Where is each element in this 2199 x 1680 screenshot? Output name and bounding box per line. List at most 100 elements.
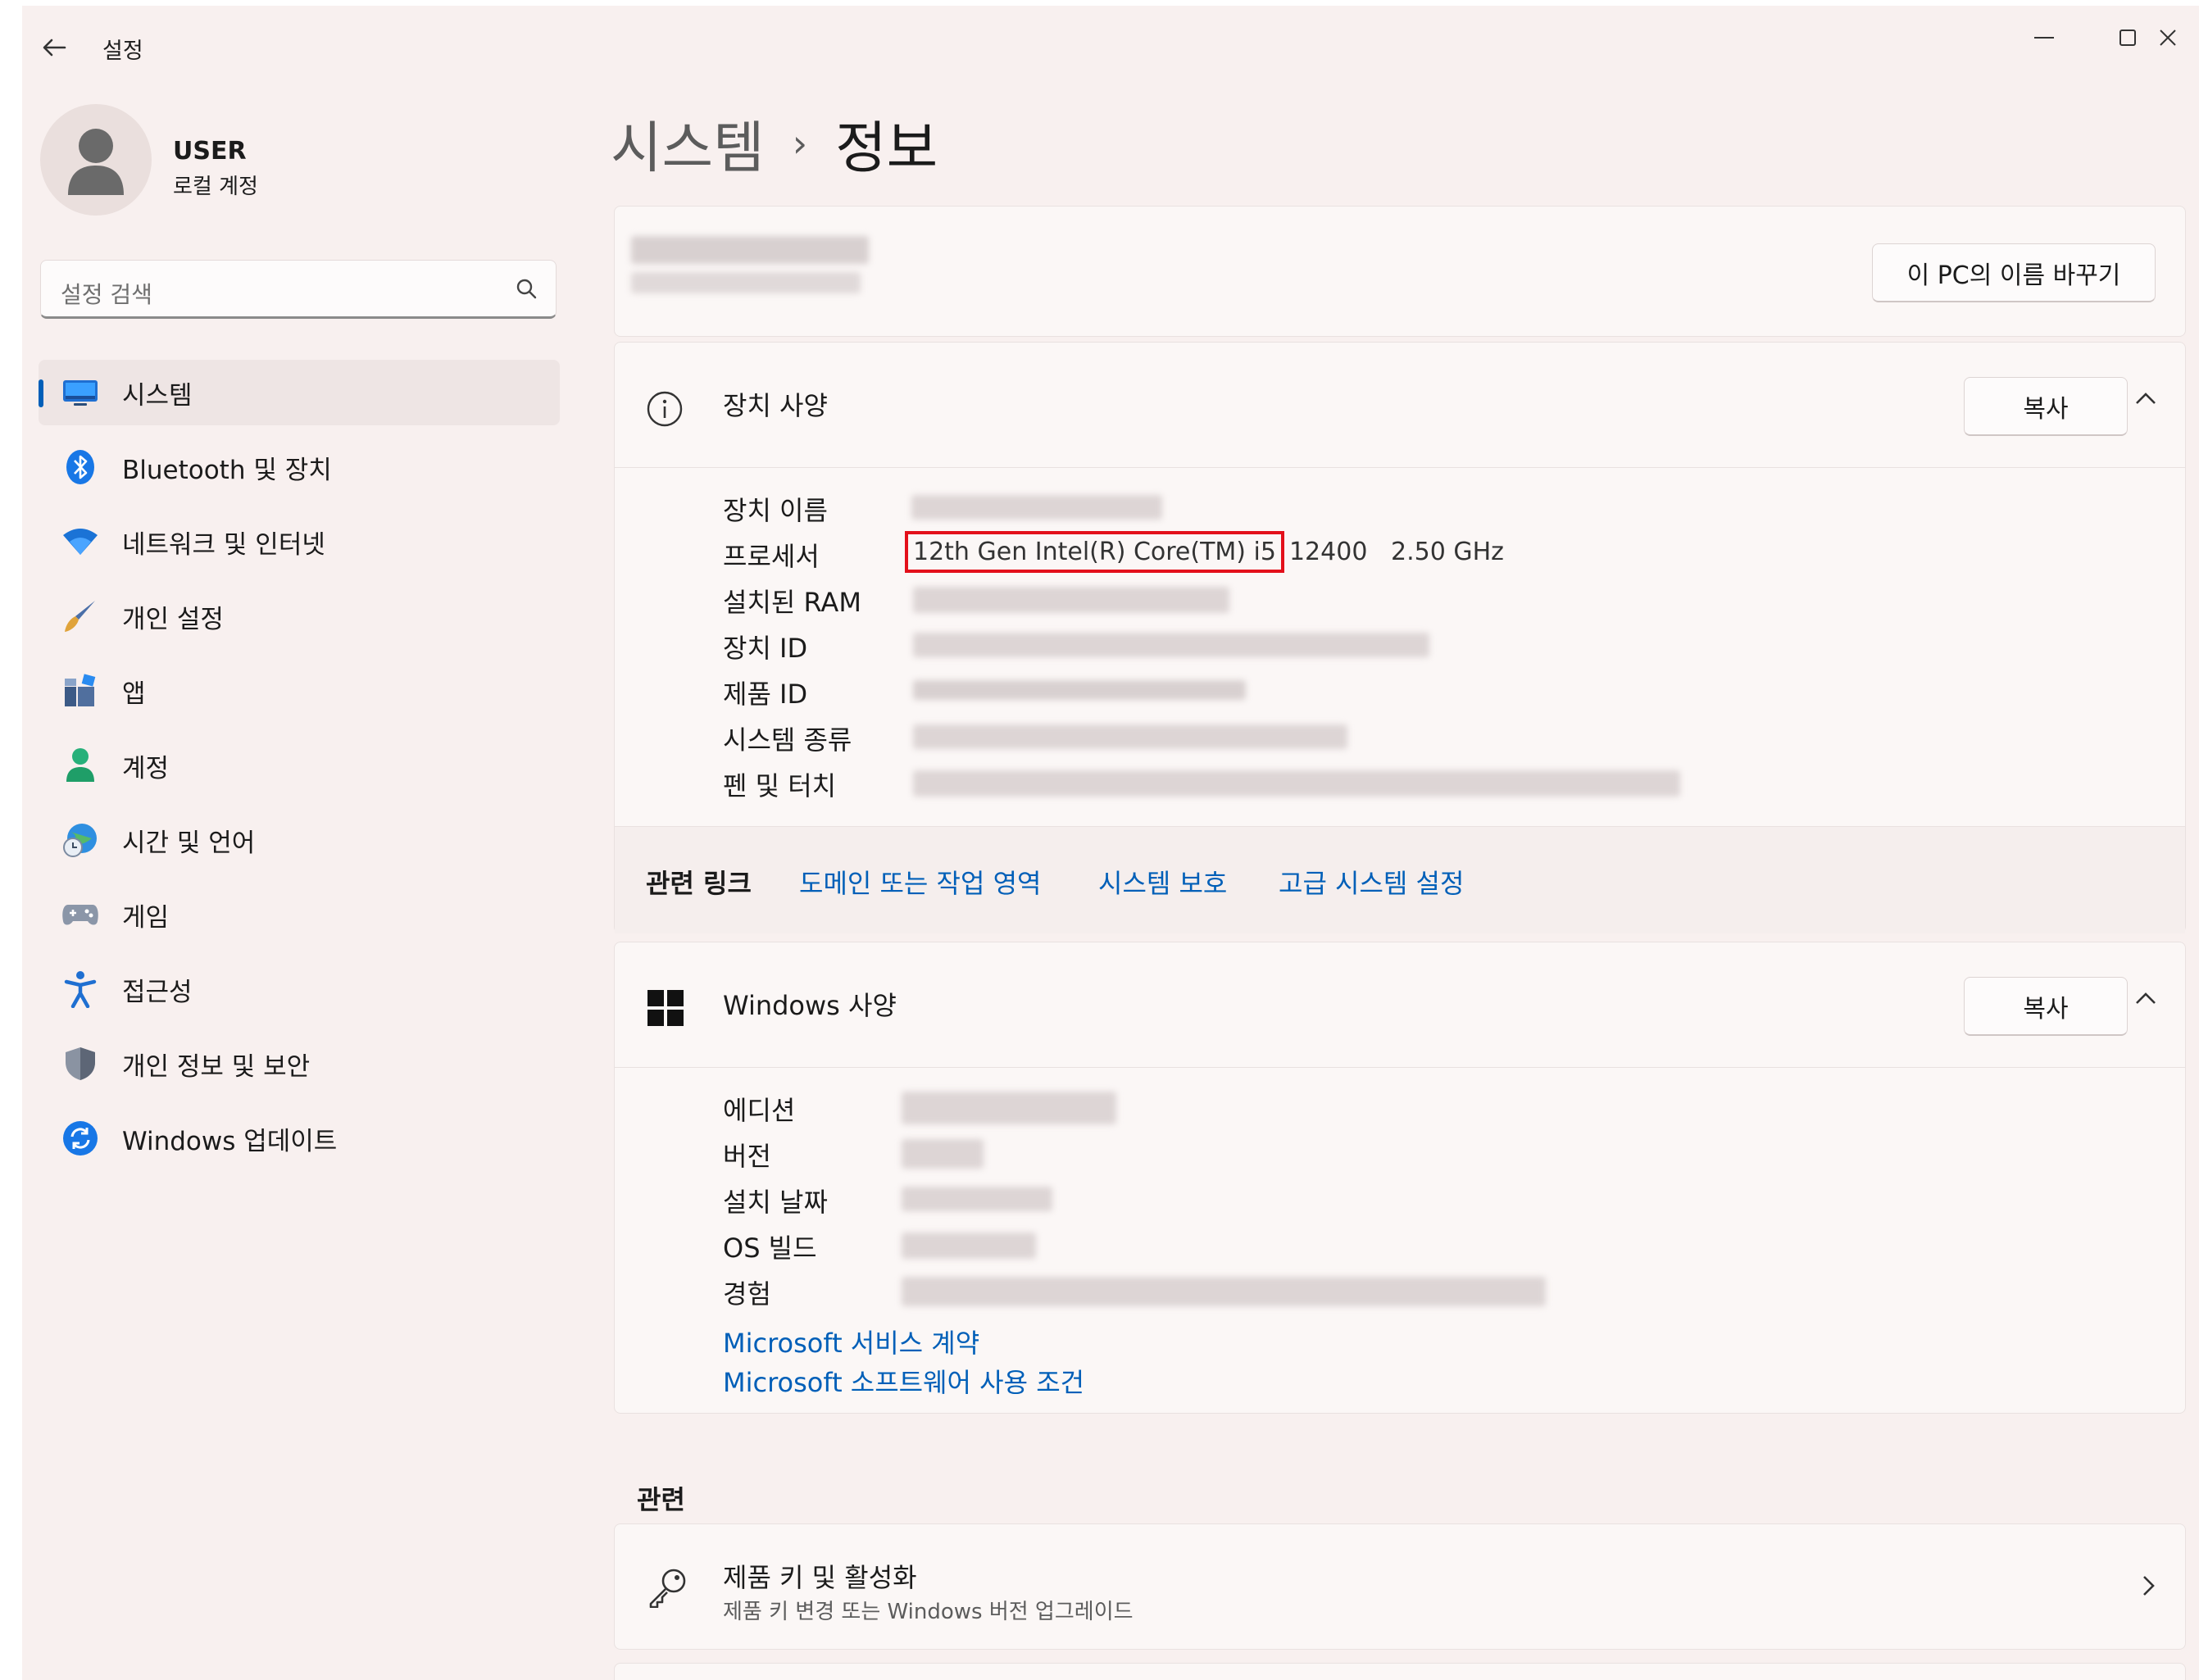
device-specs-title: 장치 사양	[723, 390, 828, 421]
wifi-icon	[61, 523, 99, 561]
product-key-title: 제품 키 및 활성화	[723, 1562, 917, 1593]
sidebar-item-accounts[interactable]: 계정	[39, 733, 560, 798]
spec-label: 프로세서	[723, 541, 820, 572]
search-input[interactable]: 설정 검색	[61, 277, 152, 310]
avatar[interactable]	[40, 104, 152, 216]
chevron-up-icon[interactable]	[2134, 990, 2157, 1006]
apps-icon	[61, 672, 99, 710]
windows-specs-header[interactable]: Windows 사양 복사	[615, 942, 2185, 1067]
spec-label: OS 빌드	[723, 1233, 817, 1264]
brush-icon	[61, 597, 99, 635]
pc-name-redacted	[631, 236, 869, 264]
person-icon	[68, 129, 124, 195]
sidebar-item-label: 게임	[122, 902, 170, 933]
accessibility-icon	[61, 970, 99, 1008]
arrow-left-icon	[43, 39, 66, 57]
chevron-up-icon[interactable]	[2134, 390, 2157, 406]
link-system-protection[interactable]: 시스템 보호	[1098, 863, 1227, 901]
sidebar-item-label: 시스템	[122, 380, 193, 411]
sidebar-item-gaming[interactable]: 게임	[39, 882, 560, 947]
active-indicator	[39, 379, 43, 407]
breadcrumb-separator: ›	[792, 120, 808, 166]
maximize-icon	[2119, 30, 2136, 46]
breadcrumb-parent[interactable]: 시스템	[611, 102, 765, 184]
app-title: 설정	[102, 39, 143, 64]
related-links-title: 관련 링크	[646, 868, 752, 899]
link-advanced-system-settings[interactable]: 고급 시스템 설정	[1279, 863, 1464, 901]
spec-value-redacted	[902, 1139, 984, 1169]
divider	[615, 1067, 2185, 1068]
product-key-subtitle: 제품 키 변경 또는 Windows 버전 업그레이드	[723, 1600, 1134, 1624]
settings-window: 설정 USER 로컬 계정 설정 검색 시스템 Bluetooth 및 장치 네…	[22, 6, 2199, 1680]
update-icon	[61, 1119, 99, 1157]
spec-label: 제품 ID	[723, 679, 808, 710]
sidebar-item-label: 개인 정보 및 보안	[122, 1051, 311, 1082]
product-key-card[interactable]: 제품 키 및 활성화 제품 키 변경 또는 Windows 버전 업그레이드	[614, 1523, 2186, 1650]
sidebar-item-windows-update[interactable]: Windows 업데이트	[39, 1106, 560, 1171]
spec-value-redacted	[913, 724, 1347, 749]
breadcrumb-current: 정보	[835, 116, 938, 181]
windows-logo-icon	[647, 990, 684, 1026]
processor-speed: 12400 2.50 GHz	[1288, 538, 1504, 566]
link-domain-workgroup[interactable]: 도메인 또는 작업 영역	[799, 863, 1041, 901]
user-name: USER	[173, 137, 247, 166]
sidebar-item-privacy[interactable]: 개인 정보 및 보안	[39, 1031, 560, 1097]
spec-label: 설치된 RAM	[723, 587, 861, 618]
related-links-bar: 관련 링크 도메인 또는 작업 영역 시스템 보호 고급 시스템 설정	[615, 826, 2185, 933]
sidebar-item-personalization[interactable]: 개인 설정	[39, 583, 560, 649]
spec-value-redacted	[902, 1187, 1052, 1211]
minimize-icon	[2034, 37, 2054, 39]
sidebar-item-network[interactable]: 네트워크 및 인터넷	[39, 509, 560, 574]
search-box[interactable]: 설정 검색	[40, 260, 557, 319]
rename-pc-button[interactable]: 이 PC의 이름 바꾸기	[1872, 243, 2156, 302]
info-icon	[647, 391, 683, 427]
back-button[interactable]	[30, 24, 78, 71]
next-card-partial[interactable]	[614, 1663, 2186, 1680]
minimize-button[interactable]	[2007, 17, 2081, 58]
sidebar-item-time-language[interactable]: 시간 및 언어	[39, 807, 560, 873]
spec-label: 에디션	[723, 1095, 796, 1126]
link-microsoft-software-license[interactable]: Microsoft 소프트웨어 사용 조건	[723, 1362, 1084, 1400]
highlight-box: 12th Gen Intel(R) Core(TM) i5	[905, 531, 1284, 573]
windows-specs-card: Windows 사양 복사 에디션 버전 설치 날짜 OS 빌드 경험 Micr…	[614, 942, 2186, 1414]
spec-label: 설치 날짜	[723, 1187, 828, 1218]
chevron-right-icon	[2143, 1576, 2155, 1596]
copy-windows-specs-button[interactable]: 복사	[1964, 977, 2128, 1036]
spec-value-redacted	[913, 633, 1429, 657]
maximize-button[interactable]	[2091, 17, 2165, 58]
monitor-icon	[61, 374, 99, 411]
device-specs-header[interactable]: 장치 사양 복사	[615, 343, 2185, 467]
sidebar-item-label: 접근성	[122, 977, 193, 1007]
close-button[interactable]	[2158, 17, 2199, 58]
gamepad-icon	[61, 896, 99, 933]
search-icon[interactable]	[515, 277, 538, 300]
sidebar-item-label: 시간 및 언어	[122, 828, 256, 858]
spec-value-redacted	[913, 587, 1229, 613]
spec-value-redacted	[902, 1277, 1546, 1306]
spec-label: 장치 이름	[723, 495, 828, 526]
sidebar-item-label: 앱	[122, 679, 146, 709]
sidebar-item-accessibility[interactable]: 접근성	[39, 956, 560, 1022]
key-icon	[649, 1569, 686, 1608]
page-title: 시스템 › 정보	[611, 102, 938, 184]
spec-value-redacted	[902, 1233, 1036, 1259]
person-icon	[61, 747, 99, 784]
sidebar-item-system[interactable]: 시스템	[39, 360, 560, 425]
user-account-type: 로컬 계정	[173, 175, 258, 199]
spec-label: 시스템 종류	[723, 724, 852, 756]
sidebar-item-label: 개인 설정	[122, 604, 224, 634]
spec-label: 펜 및 터치	[723, 770, 837, 801]
spec-value-redacted	[911, 495, 1162, 520]
spec-value-redacted	[913, 770, 1680, 797]
shield-icon	[61, 1045, 99, 1083]
sidebar-item-label: 네트워크 및 인터넷	[122, 529, 325, 560]
copy-device-specs-button[interactable]: 복사	[1964, 377, 2128, 436]
spec-value-processor: 12th Gen Intel(R) Core(TM) i5 12400 2.50 …	[905, 531, 1504, 573]
pc-model-redacted	[631, 272, 861, 293]
spec-value-redacted	[913, 680, 1246, 700]
sidebar-item-bluetooth[interactable]: Bluetooth 및 장치	[39, 434, 560, 500]
link-microsoft-services-agreement[interactable]: Microsoft 서비스 계약	[723, 1323, 979, 1360]
sidebar-item-apps[interactable]: 앱	[39, 658, 560, 724]
device-specs-card: 장치 사양 복사 장치 이름 프로세서 12th Gen Intel(R) Co…	[614, 342, 2186, 933]
close-icon	[2160, 30, 2176, 46]
